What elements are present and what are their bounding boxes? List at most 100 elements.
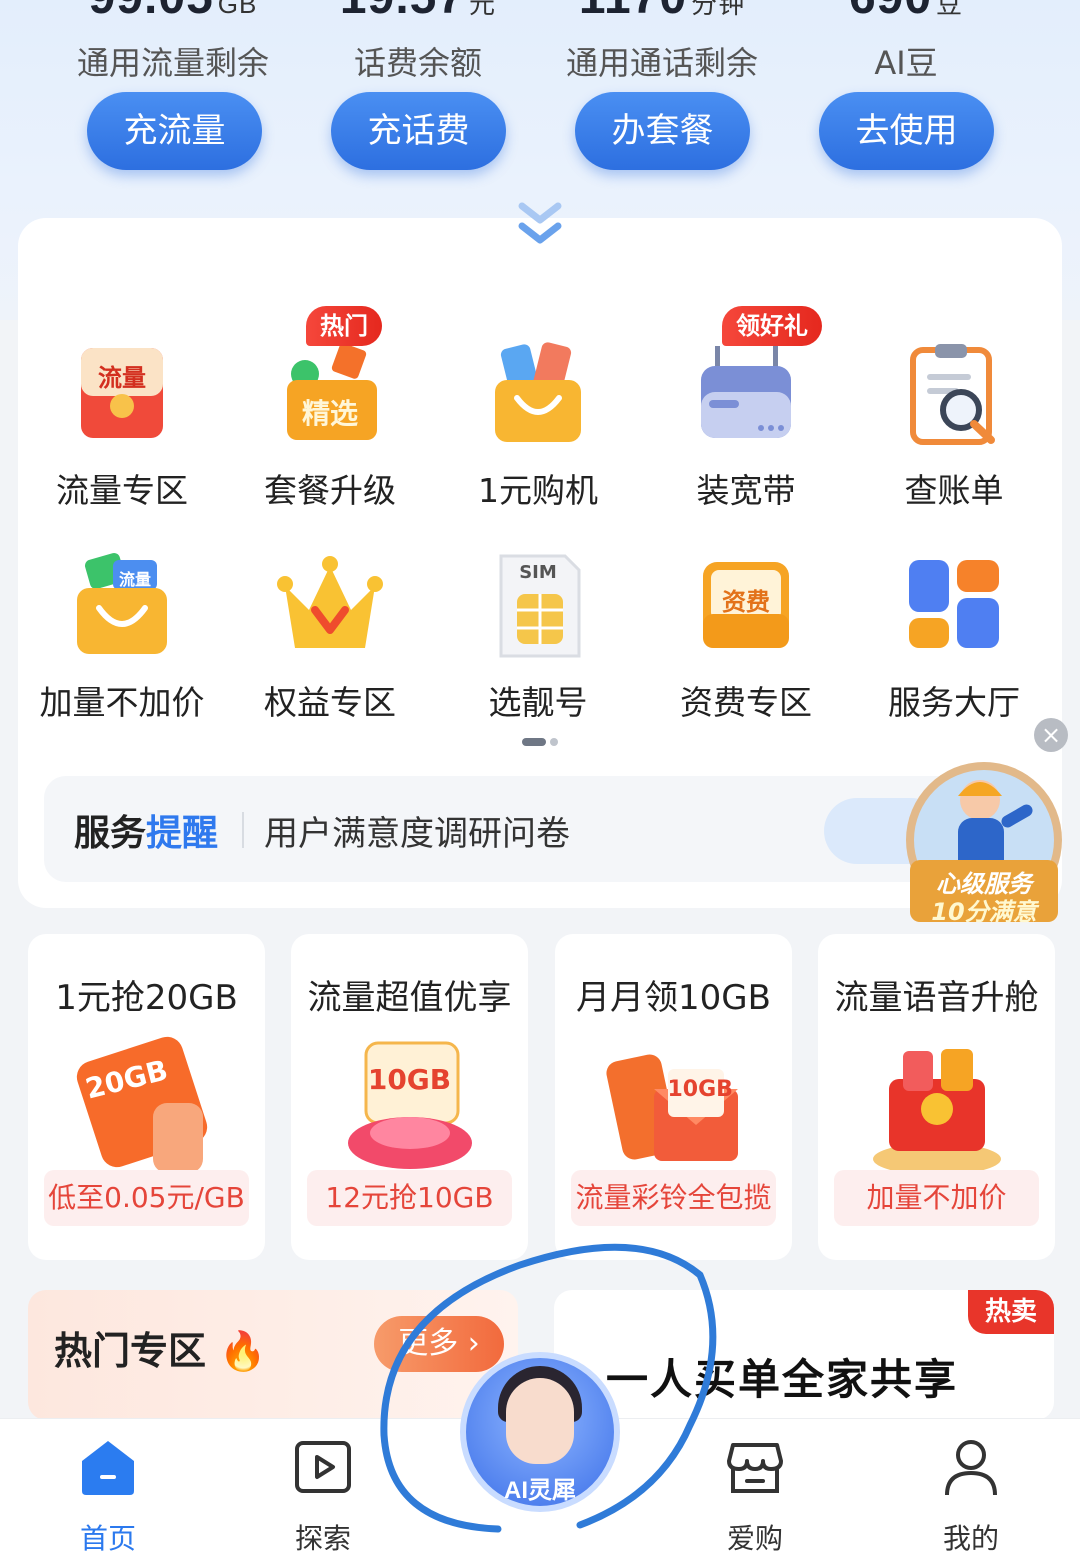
service-reminder-bar[interactable]: 服务提醒 用户满意度调研问卷 (44, 776, 1034, 882)
tab-label: 我的 (942, 1522, 999, 1555)
promo-art: 10GB (330, 1033, 490, 1183)
grid-label: 查账单 (904, 471, 1004, 510)
subscribe-package-button[interactable]: 办套餐 (575, 92, 750, 170)
promo-tag: 流量彩铃全包揽 (571, 1170, 776, 1226)
promo-art-text: 10GB (367, 1063, 452, 1096)
promo-title: 月月领10GB (576, 978, 771, 1018)
promo-card[interactable]: 月月领10GB 10GB 流量彩铃全包揽 (555, 934, 792, 1260)
promo-title: 1元抢20GB (55, 978, 238, 1018)
grid-item-package-upgrade[interactable]: 精选 套餐升级 (226, 340, 434, 512)
stat-label: 通用通话剩余 (565, 44, 758, 82)
hot-zone-title: 热门专区 🔥 (54, 1320, 267, 1375)
hot-tag: 热门 (306, 306, 382, 346)
family-title: 一人买单全家共享 (606, 1355, 959, 1404)
grid-item-service-hall[interactable]: 服务大厅 (850, 552, 1058, 724)
promo-art (857, 1033, 1017, 1183)
shop-icon (727, 1443, 783, 1493)
grid-item-broadband[interactable]: 装宽带 (642, 340, 850, 512)
stat-label: 话费余额 (353, 44, 482, 82)
grid-item-rights-zone[interactable]: 权益专区 (226, 552, 434, 724)
grid-item-one-yuan-phone[interactable]: 1元购机 (434, 340, 642, 512)
service-grid-icon (899, 552, 1009, 662)
icon-caption: SIM (519, 562, 557, 583)
play-icon (295, 1441, 351, 1493)
reminder-title: 服务提醒 (74, 804, 218, 856)
promo-title: 流量超值优享 (307, 978, 512, 1018)
router-icon (691, 340, 801, 450)
tab-home[interactable]: 首页 (38, 1435, 178, 1557)
promo-tag: 加量不加价 (834, 1170, 1039, 1226)
service-mascot-badge[interactable]: 心级服务 10分满意 (904, 760, 1064, 930)
page-indicator (522, 738, 562, 757)
tab-shop[interactable]: 爱购 (685, 1435, 825, 1557)
grid-item-traffic-zone[interactable]: 流量 流量专区 (18, 340, 226, 512)
stat-unit: 豆 (936, 0, 964, 19)
stat-value: 19.57 (340, 0, 465, 24)
stat-voice-remaining[interactable]: 1170分钟 通用通话剩余 (527, 0, 797, 84)
tab-label: 探索 (294, 1522, 351, 1555)
grid-label: 权益专区 (264, 683, 396, 722)
hot-zone-title-text: 热门专区 (54, 1329, 207, 1373)
stat-unit: 分钟 (691, 0, 746, 19)
tariff-icon: 资费 (691, 552, 801, 662)
stat-ai-beans[interactable]: 690豆 AI豆 (771, 0, 1041, 84)
divider (242, 812, 244, 848)
tab-profile[interactable]: 我的 (901, 1435, 1041, 1557)
recharge-balance-button[interactable]: 充话费 (331, 92, 506, 170)
sim-card-icon: SIM (483, 552, 593, 662)
icon-caption: 资费 (722, 588, 770, 616)
promo-card[interactable]: 流量语音升舱 加量不加价 (818, 934, 1055, 1260)
ai-assistant-button[interactable]: AI灵犀 (460, 1352, 620, 1512)
use-beans-button[interactable]: 去使用 (819, 92, 994, 170)
icon-caption: 精选 (301, 397, 358, 430)
promo-art: 10GB (594, 1033, 754, 1183)
ai-assistant-label: AI灵犀 (504, 1477, 576, 1504)
stat-value: 1170 (579, 0, 687, 24)
tab-explore[interactable]: 探索 (253, 1435, 393, 1557)
grid-item-check-bill[interactable]: 查账单 (850, 340, 1058, 512)
icon-caption: 流量 (118, 570, 151, 589)
reminder-title-a: 服务 (74, 813, 147, 854)
tab-label: 爱购 (726, 1522, 783, 1555)
promo-card[interactable]: 1元抢20GB 20GB 低至0.05元/GB (28, 934, 265, 1260)
tab-label: 首页 (79, 1522, 136, 1555)
recharge-data-button[interactable]: 充流量 (87, 92, 262, 170)
hot-sale-tag: 热卖 (968, 1290, 1054, 1334)
stat-label: AI豆 (874, 44, 938, 82)
close-icon[interactable]: × (1034, 718, 1068, 752)
stat-data-remaining[interactable]: 99.05GB 通用流量剩余 (38, 0, 308, 84)
promo-card[interactable]: 流量超值优享 10GB 12元抢10GB (291, 934, 528, 1260)
grid-item-bonus-data[interactable]: 流量 加量不加价 (18, 552, 226, 724)
stat-label: 通用流量剩余 (76, 44, 269, 82)
promo-art: 20GB (67, 1033, 227, 1183)
grid-label: 套餐升级 (264, 471, 396, 510)
reminder-title-b: 提醒 (146, 813, 219, 854)
bill-search-icon (899, 340, 1009, 450)
more-button[interactable]: 更多 › (374, 1316, 504, 1372)
reminder-text: 用户满意度调研问卷 (264, 814, 570, 854)
grid-label: 选靓号 (488, 683, 588, 722)
profile-icon (945, 1440, 997, 1496)
package-upgrade-icon: 精选 (275, 340, 385, 450)
grid-item-pick-number[interactable]: SIM 选靓号 (434, 552, 642, 724)
stat-balance[interactable]: 19.57元 话费余额 (283, 0, 553, 84)
fire-icon: 🔥 (219, 1329, 267, 1373)
avatar (506, 1378, 574, 1464)
expand-chevron-icon[interactable] (516, 200, 564, 252)
hot-zone-banner[interactable]: 热门专区 🔥 更多 › (28, 1290, 518, 1420)
phone-bag-icon (483, 340, 593, 450)
traffic-redpacket-icon: 流量 (67, 340, 177, 450)
stat-unit: 元 (469, 0, 497, 19)
crown-icon (275, 552, 385, 662)
stat-value: 690 (849, 0, 932, 24)
grid-label: 加量不加价 (39, 683, 205, 722)
gift-tag: 领好礼 (722, 306, 822, 346)
home-icon (82, 1441, 134, 1495)
promo-tag: 12元抢10GB (307, 1170, 512, 1226)
grid-item-tariff-zone[interactable]: 资费 资费专区 (642, 552, 850, 724)
family-share-banner[interactable]: 一人买单全家共享 热卖 (554, 1290, 1054, 1420)
promo-title: 流量语音升舱 (834, 978, 1039, 1018)
grid-label: 1元购机 (478, 471, 598, 510)
grid-label: 装宽带 (696, 471, 796, 510)
mascot-line2: 10分满意 (931, 898, 1037, 926)
